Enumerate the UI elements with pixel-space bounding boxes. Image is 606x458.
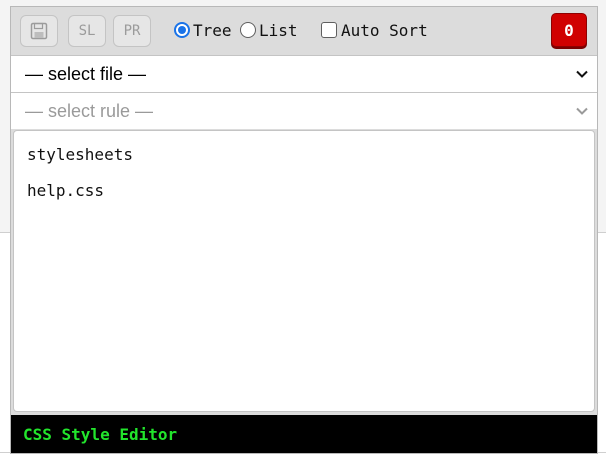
file-select[interactable]: — select file — <box>11 55 597 92</box>
tree-item-stylesheets[interactable]: stylesheets <box>27 145 133 164</box>
auto-sort-checkbox[interactable] <box>321 22 337 38</box>
view-radio-tree[interactable]: Tree <box>174 20 232 40</box>
toolbar: SL PR Tree List Auto Sort 0 <box>11 7 597 55</box>
file-select-value: — select file — <box>25 63 147 84</box>
tree-radio[interactable] <box>174 22 190 38</box>
rule-select-value: — select rule — <box>25 100 154 121</box>
auto-sort-label: Auto Sort <box>341 20 428 40</box>
tree-item-help-css[interactable]: help.css <box>27 181 104 200</box>
pr-button[interactable]: PR <box>113 15 151 47</box>
save-button[interactable] <box>20 15 58 47</box>
editor-title: CSS Style Editor <box>23 424 178 444</box>
auto-sort-toggle[interactable]: Auto Sort <box>321 20 428 40</box>
chevron-down-icon <box>576 107 588 115</box>
css-editor-panel: SL PR Tree List Auto Sort 0 — select fil… <box>10 6 598 454</box>
chevron-down-icon <box>576 70 588 78</box>
tree-radio-label: Tree <box>193 20 232 40</box>
view-radio-list[interactable]: List <box>240 20 298 40</box>
list-radio[interactable] <box>240 22 256 38</box>
rule-select[interactable]: — select rule — <box>11 92 597 129</box>
editor-footer: CSS Style Editor <box>11 415 597 453</box>
list-radio-label: List <box>259 20 298 40</box>
sl-button[interactable]: SL <box>68 15 106 47</box>
error-count-badge[interactable]: 0 <box>551 13 587 47</box>
floppy-disk-icon <box>30 22 48 40</box>
stylesheet-tree: stylesheets help.css <box>13 130 595 412</box>
